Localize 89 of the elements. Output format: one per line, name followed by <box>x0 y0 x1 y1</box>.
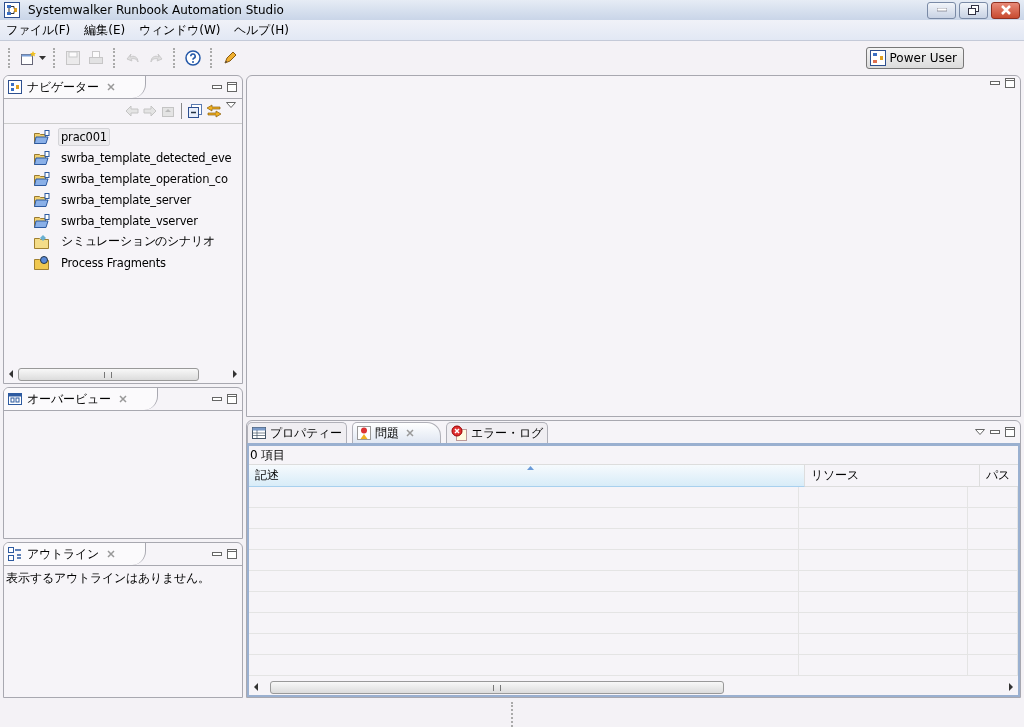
menu-item[interactable]: ヘルプ(H) <box>234 21 289 39</box>
tree-item[interactable]: swrba_template_server <box>4 189 242 210</box>
column-header[interactable]: パス <box>980 465 1018 487</box>
warning-error-icon <box>357 426 371 440</box>
view-tab[interactable]: 問題 <box>352 422 441 443</box>
two-arrows-icon <box>206 104 222 118</box>
table-cell <box>968 487 1018 508</box>
minimize-icon[interactable] <box>212 551 222 557</box>
scroll-left-icon[interactable] <box>8 370 14 378</box>
minimize-icon[interactable] <box>212 396 222 402</box>
menu-item[interactable]: ファイル(F) <box>6 21 71 39</box>
menu-item[interactable]: 編集(E) <box>84 21 126 39</box>
outline-icon <box>8 547 22 561</box>
close-icon[interactable] <box>406 429 414 437</box>
error-log-icon <box>451 425 467 441</box>
tree-item[interactable]: swrba_template_detected_eve <box>4 147 242 168</box>
folder-icon <box>34 171 50 186</box>
view-tab[interactable]: プロパティー <box>247 422 347 443</box>
table-cell <box>968 529 1018 550</box>
tree-item-label: swrba_template_server <box>60 191 193 209</box>
navigator-icon <box>8 80 22 94</box>
view-menu-icon[interactable] <box>226 102 236 108</box>
tree-item[interactable]: prac001 <box>4 126 242 147</box>
folder-icon <box>34 129 50 144</box>
folder-icon <box>34 192 50 207</box>
view-tab[interactable]: エラー・ログ <box>446 422 548 443</box>
close-icon[interactable] <box>119 395 127 403</box>
new-file-icon <box>20 50 36 66</box>
tree-item[interactable]: swrba_template_operation_co <box>4 168 242 189</box>
table-cell <box>968 634 1018 655</box>
restore-icon <box>968 5 979 15</box>
folder-gear-icon <box>34 255 50 270</box>
help-button[interactable] <box>183 48 203 68</box>
maximize-icon[interactable] <box>1005 78 1015 88</box>
collapse-button[interactable] <box>188 104 202 118</box>
perspective-button[interactable]: Power User <box>865 47 964 69</box>
tree-item-label: swrba_template_detected_eve <box>60 149 233 167</box>
table-cell <box>968 613 1018 634</box>
minimize-icon <box>936 8 947 12</box>
right-arrow-icon <box>143 105 157 117</box>
close-button[interactable] <box>991 1 1020 19</box>
scroll-left-icon[interactable] <box>253 683 259 691</box>
close-icon[interactable] <box>107 550 115 558</box>
minimize-icon[interactable] <box>212 84 222 90</box>
tree-item-label: prac001 <box>58 127 110 146</box>
sort-arrow-icon <box>526 466 534 470</box>
maximize-icon[interactable] <box>1005 427 1015 437</box>
window-title: Systemwalker Runbook Automation Studio <box>28 3 284 17</box>
table-cell <box>968 571 1018 592</box>
maximize-icon[interactable] <box>227 82 237 92</box>
table-cell <box>968 550 1018 571</box>
folder-icon <box>34 150 50 165</box>
restore-button[interactable] <box>959 1 988 19</box>
maximize-icon[interactable] <box>227 549 237 559</box>
scroll-right-icon[interactable] <box>232 370 238 378</box>
close-icon[interactable] <box>107 83 115 91</box>
help-icon <box>185 50 201 66</box>
tree-item-label: シミュレーションのシナリオ <box>60 233 216 250</box>
left-arrow-icon <box>125 105 139 117</box>
tree-item[interactable]: シミュレーションのシナリオ <box>4 231 242 252</box>
table-icon <box>252 427 266 439</box>
tree-item-label: swrba_template_vserver <box>60 212 199 230</box>
folder-icon <box>34 213 50 228</box>
menu-item[interactable]: ウィンドウ(W) <box>139 21 221 39</box>
outline-message: 表示するアウトラインはありません。 <box>5 570 211 587</box>
view-menu-icon[interactable] <box>975 429 985 435</box>
maximize-icon[interactable] <box>227 394 237 404</box>
tree-item-label: swrba_template_operation_co <box>60 170 229 188</box>
column-header[interactable]: 記述 <box>249 465 805 487</box>
app-icon <box>4 2 20 18</box>
close-icon <box>1000 5 1011 15</box>
table-cell <box>968 508 1018 529</box>
folder-icon <box>34 234 50 249</box>
overview-icon <box>8 393 22 405</box>
printer-icon <box>88 50 104 66</box>
perspective-icon <box>869 50 886 66</box>
minimize-icon[interactable] <box>990 429 1000 435</box>
tree-item[interactable]: Process Fragments <box>4 252 242 273</box>
column-header[interactable]: リソース <box>805 465 980 487</box>
tree-item[interactable]: swrba_template_vserver <box>4 210 242 231</box>
dropdown-caret-icon[interactable] <box>39 56 46 60</box>
tree-item-label: Process Fragments <box>60 254 167 272</box>
table-cell <box>968 592 1018 613</box>
folder-up-icon <box>161 104 175 118</box>
scroll-right-icon[interactable] <box>1008 683 1014 691</box>
pen-icon <box>222 50 238 66</box>
minimize-icon[interactable] <box>990 80 1000 86</box>
table-cell <box>968 655 1018 676</box>
collapse-all-icon <box>188 104 202 118</box>
